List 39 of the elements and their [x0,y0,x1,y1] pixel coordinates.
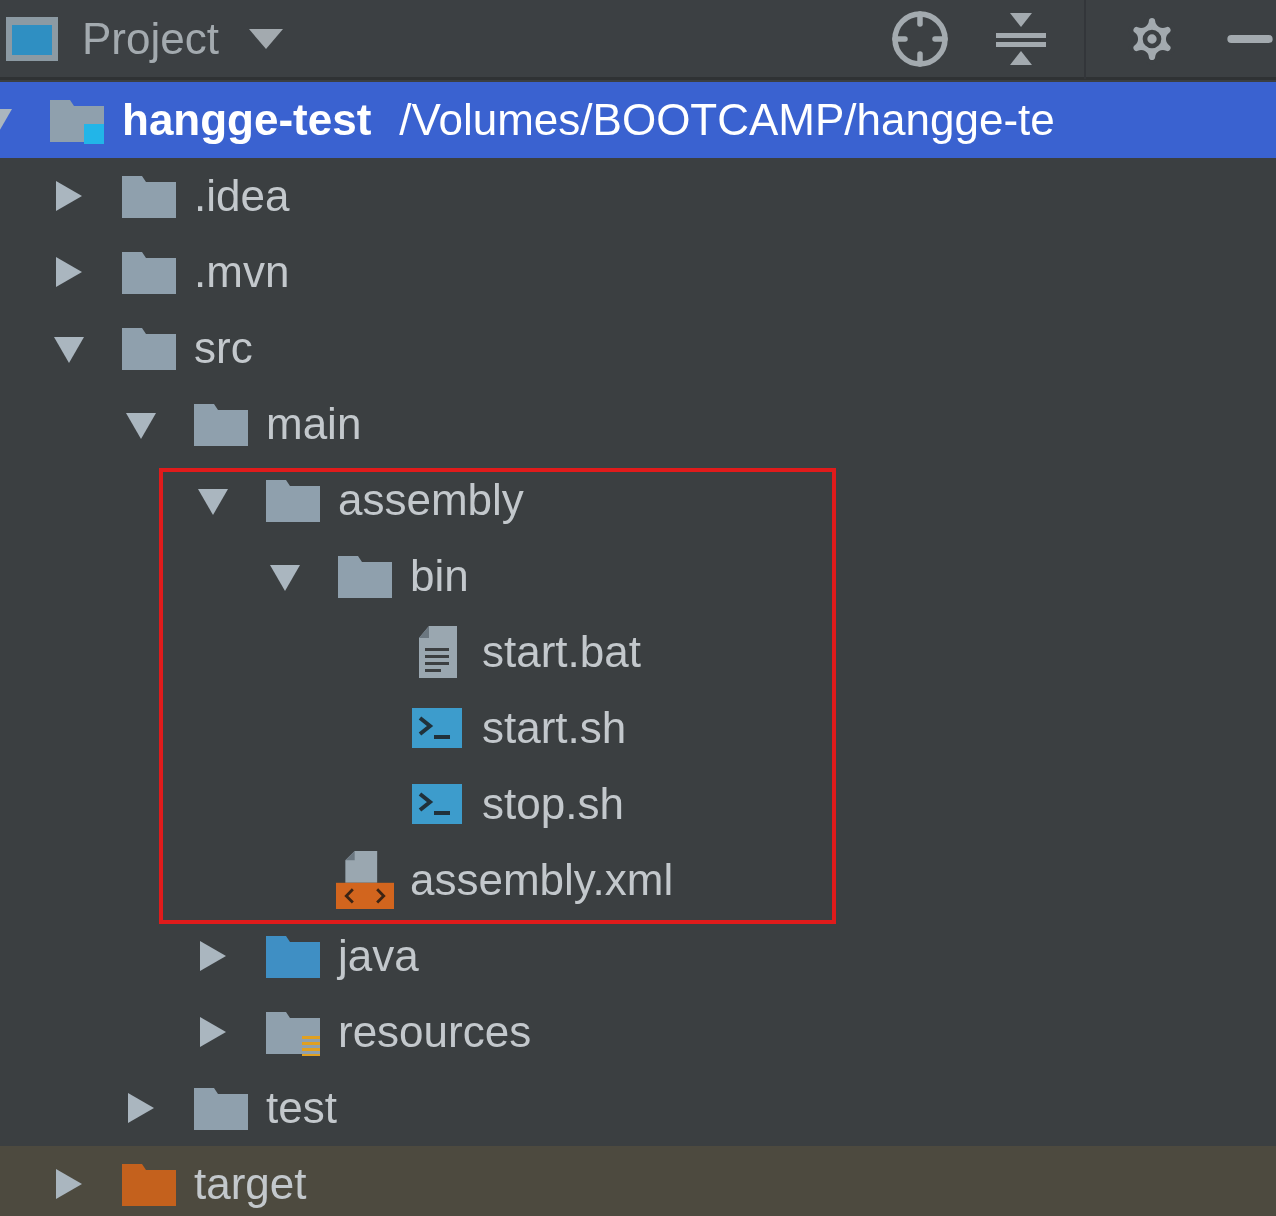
node-name: start.sh [482,706,627,750]
tree-row[interactable]: bin [0,538,1276,614]
node-name: src [194,326,253,370]
tree-row[interactable]: assembly [0,462,1276,538]
tree-row[interactable]: hangge-test /Volumes/BOOTCAMP/hangge-te [0,82,1276,158]
terminal-icon [412,708,462,748]
tree-row[interactable]: assembly.xml [0,842,1276,918]
xml-file-icon [336,849,394,911]
tree-row[interactable]: resources [0,994,1276,1070]
tree-row[interactable]: start.sh [0,690,1276,766]
node-name: .mvn [194,250,290,294]
node-name: target [194,1162,307,1206]
caret-icon[interactable] [248,28,283,49]
tree-row[interactable]: start.bat [0,614,1276,690]
node-name: test [266,1086,337,1130]
tree-row[interactable]: main [0,386,1276,462]
node-name: stop.sh [482,782,624,826]
node-name: assembly.xml [410,858,674,902]
tree-row[interactable]: src [0,310,1276,386]
node-path: /Volumes/BOOTCAMP/hangge-te [399,98,1055,142]
node-name: start.bat [482,630,641,674]
locate-icon[interactable] [890,8,950,69]
panel-title[interactable]: Project [82,5,219,72]
node-name: bin [410,554,469,598]
node-name: hangge-test [122,98,372,142]
tree-row[interactable]: java [0,918,1276,994]
node-name: .idea [194,174,290,218]
tree-row[interactable]: test [0,1070,1276,1146]
collapse-all-icon[interactable] [996,10,1046,67]
tree-row[interactable]: .mvn [0,234,1276,310]
node-name: resources [338,1010,532,1054]
tree-row[interactable]: stop.sh [0,766,1276,842]
node-name: main [266,402,362,446]
node-name: java [338,934,419,978]
window-icon [4,14,60,63]
tree-row[interactable]: target [0,1146,1276,1216]
terminal-icon [412,784,462,824]
node-name: assembly [338,478,524,522]
tree-row[interactable]: .idea [0,158,1276,234]
